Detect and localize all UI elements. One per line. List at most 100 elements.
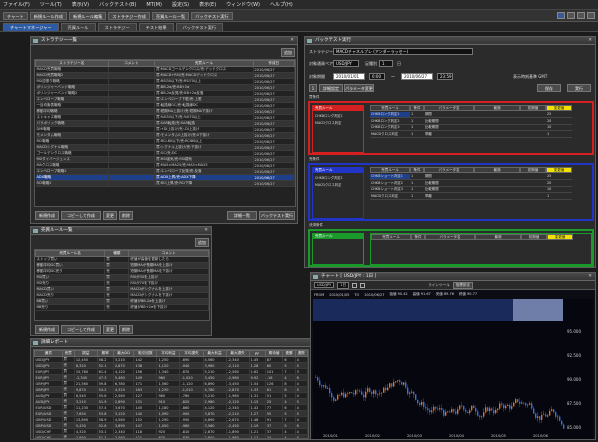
toolbar-button[interactable]: 売買ルール一覧 (151, 11, 190, 20)
param-cell[interactable]: 10 (546, 125, 572, 131)
param-cell[interactable] (520, 112, 546, 118)
tile-icon[interactable] (567, 12, 575, 19)
cascade-icon[interactable] (577, 12, 585, 19)
strategy-action-button[interactable]: コピーして作成 (61, 211, 101, 220)
param-cell[interactable] (474, 181, 520, 187)
from-label: FROM (314, 292, 325, 297)
tab-bar: チャートマネージャー 売買ルール ストラテジー テスト結果 バックテスト実行 (0, 22, 598, 32)
strategy-select[interactable]: MACDチャネルブレ (アンダーラッセー) (333, 48, 473, 55)
param-cell[interactable]: 25 (546, 174, 572, 180)
close-icon[interactable]: ✕ (588, 37, 592, 44)
indicator-button[interactable]: 指標設定 (452, 281, 474, 289)
rule-action-button[interactable]: 削除 (119, 325, 133, 334)
param-cell[interactable] (520, 125, 546, 131)
strategy-action-button[interactable]: 新規作成 (35, 211, 59, 220)
strategy-action-button[interactable]: 削除 (119, 211, 133, 220)
tab-item[interactable]: テスト結果 (138, 23, 174, 31)
toolbar-button[interactable]: チャート (3, 11, 28, 20)
rule-action-button[interactable]: 変更 (103, 325, 117, 334)
menu-item[interactable]: バックテスト(B) (99, 1, 136, 8)
zoom-out-icon[interactable] (360, 282, 366, 288)
close-icon[interactable]: ✕ (204, 227, 208, 234)
param-cell[interactable] (520, 194, 546, 200)
param-cell[interactable]: 1 (546, 132, 572, 138)
param-cell[interactable] (474, 174, 520, 180)
param-cell[interactable] (474, 125, 520, 131)
time-from-input[interactable]: 0:00 (369, 73, 385, 80)
range-selection[interactable] (513, 299, 563, 321)
strategy-action-button[interactable]: 変更 (103, 211, 117, 220)
menu-item[interactable]: 表示(E) (199, 1, 216, 8)
menu-item[interactable]: ヘルプ(H) (270, 1, 293, 8)
table-row[interactable]: USD/CHF 売 2,890 51.2 2,560 121 870 -830 2,650 -1,… (34, 434, 308, 438)
date-from-input[interactable]: 2010/01/01 (333, 73, 365, 80)
param-cell: 期間 (424, 112, 474, 118)
rule-table: 売買ルール名 種類 コメント ストップ買い買終値が高値を更新したら 移動平均GC買い買… (34, 249, 210, 321)
menu-item[interactable]: ツール(T) (40, 1, 62, 8)
menu-item[interactable]: ファイル(F) (3, 1, 30, 8)
date-to-input[interactable]: 2010/06/27 (401, 73, 433, 80)
candle (541, 415, 543, 420)
currency-select[interactable]: USD/JPY (333, 60, 359, 67)
param-cell[interactable] (474, 112, 520, 118)
tab-item[interactable]: チャートマネージャー (3, 23, 59, 31)
param-cell[interactable] (520, 119, 546, 125)
close-icon[interactable]: ✕ (588, 273, 592, 280)
settings-icon[interactable] (587, 12, 595, 19)
rule-action-button[interactable]: 新規作成 (35, 325, 59, 334)
table-row[interactable]: RCI戦略2 買:RCI上昇/売:RCI下降 2010/06/27 (35, 180, 295, 187)
param-cell[interactable] (474, 132, 520, 138)
menu-item[interactable]: 設定(S) (172, 1, 189, 8)
candle (315, 377, 317, 378)
time-to-input[interactable]: 23:59 (437, 73, 453, 80)
param-cell[interactable]: 1 (546, 194, 572, 200)
page-number[interactable]: 1 (309, 84, 317, 92)
rule-action-button[interactable]: コピーして作成 (61, 325, 101, 334)
param-cell[interactable]: 25 (546, 112, 572, 118)
toolbar-button[interactable]: 新規ルール編集 (69, 11, 107, 20)
candle (331, 393, 333, 398)
param-cell[interactable] (474, 119, 520, 125)
tab-parameter-change[interactable]: パラメータ変更 (344, 84, 374, 92)
tab-detail-settings[interactable]: 詳細設定 (319, 84, 343, 92)
toolbar-button[interactable]: ストラテジー作成 (108, 11, 150, 20)
tab-item[interactable]: 売買ルール (60, 23, 96, 31)
param-cell[interactable]: 20 (546, 181, 572, 187)
run-button[interactable]: 実行 (567, 84, 591, 92)
price-chart[interactable]: 95.000 92.500 90.000 87.500 85.000 2010/01 201… (313, 299, 593, 439)
sell-conditions-box: 売買ルール CHKBロング判定1 MACDクロス判定 売買ルール 条件 パラメータ名… (308, 163, 594, 221)
param-cell[interactable] (520, 181, 546, 187)
param-cell[interactable] (520, 187, 546, 193)
toolbar-button[interactable]: 新規ルール作成 (29, 11, 68, 20)
table-row[interactable]: BB売り売終値がBB+2σを下抜け (35, 304, 209, 311)
tab-item[interactable]: バックテスト実行 (175, 23, 224, 31)
timeframe-select[interactable]: 1日 (337, 281, 350, 289)
strategy-action-button[interactable]: 詳細一覧 (227, 211, 257, 220)
menu-item[interactable]: ウィンドウ(W) (226, 1, 260, 8)
save-button[interactable]: 保存 (537, 84, 561, 92)
menu-item[interactable]: 表示(V) (72, 1, 89, 8)
candle (325, 385, 327, 389)
zoom-in-icon[interactable] (352, 282, 358, 288)
add-strategy-button[interactable]: 追加 (281, 48, 295, 57)
close-icon[interactable]: ✕ (290, 37, 294, 44)
candle (457, 409, 459, 414)
tab-item[interactable]: ストラテジー (97, 23, 137, 31)
strategy-action-button[interactable]: バックテスト実行 (259, 211, 295, 220)
symbol-select[interactable]: USD/JPY (314, 282, 335, 288)
layout-icon[interactable] (557, 12, 565, 19)
param-cell[interactable] (474, 187, 520, 193)
param-cell[interactable]: 20 (546, 119, 572, 125)
menu-item[interactable]: MT(M) (146, 2, 162, 8)
param-cell[interactable] (520, 174, 546, 180)
param-cell[interactable]: 10 (546, 187, 572, 193)
param-cell[interactable] (474, 194, 520, 200)
param-column-header: 初期値 (520, 105, 546, 111)
add-rule-button[interactable]: 追加 (195, 238, 209, 247)
toolbar-button[interactable]: バックテスト実行 (191, 11, 233, 20)
param-cell[interactable] (520, 132, 546, 138)
line-tools-button[interactable]: ラインツール (428, 283, 450, 288)
candle (377, 393, 379, 395)
period-input[interactable]: 1 (379, 60, 393, 67)
candle (499, 403, 501, 409)
